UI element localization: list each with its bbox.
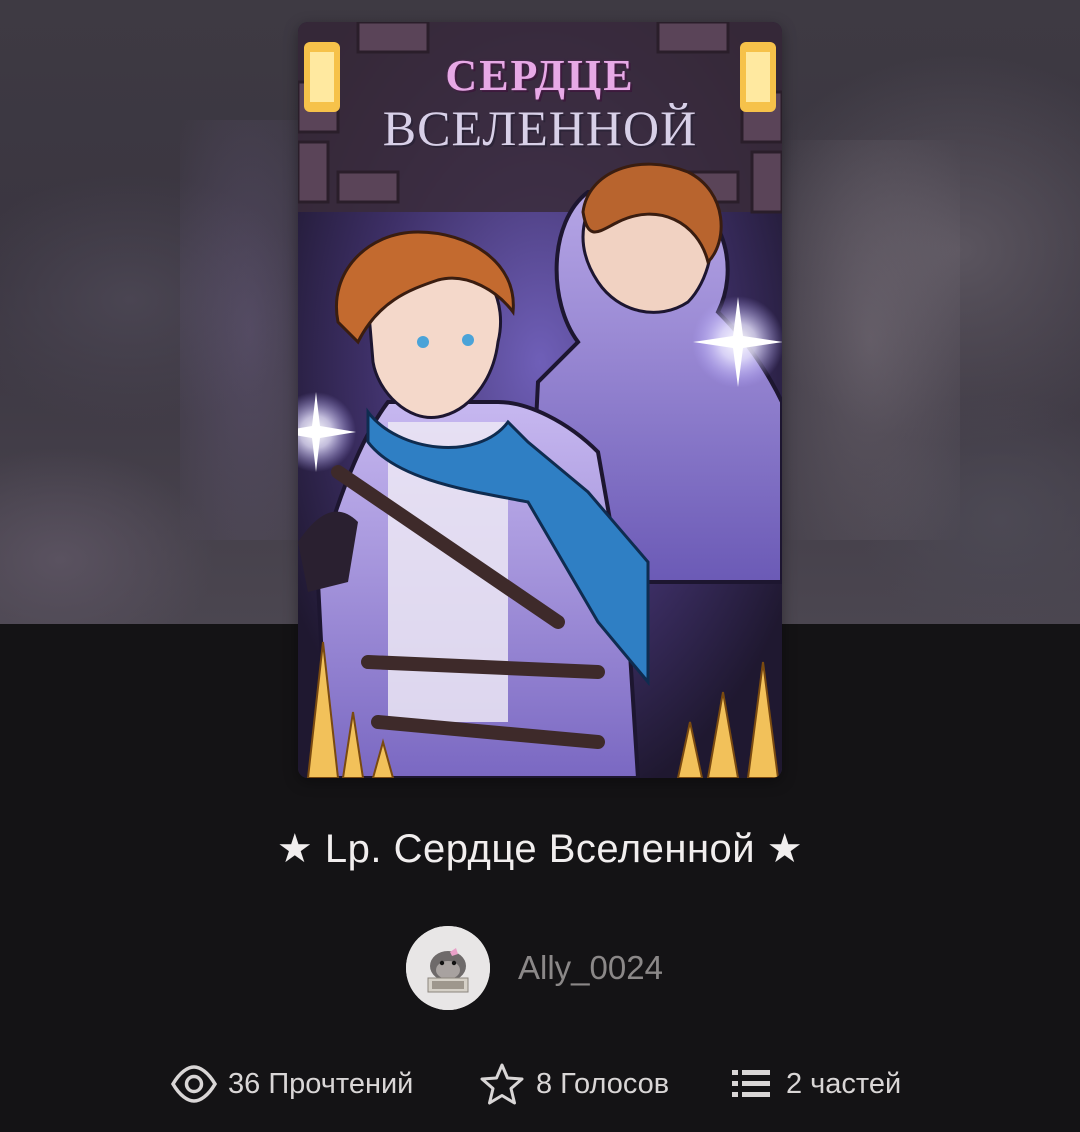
star-icon — [480, 1063, 524, 1105]
cover-title-line1: СЕРДЦЕ — [445, 51, 635, 100]
eye-icon — [170, 1065, 218, 1103]
author-avatar[interactable] — [406, 926, 490, 1010]
author-name[interactable]: Ally_0024 — [518, 949, 663, 987]
author-row[interactable]: Ally_0024 — [406, 926, 663, 1010]
cover-title: СЕРДЦЕ ВСЕЛЕННОЙ — [298, 51, 782, 157]
story-page: СЕРДЦЕ ВСЕЛЕННОЙ ★ Lp. Сердце Вселенной … — [0, 0, 1080, 1132]
reads-count: 36 Прочтений — [228, 1067, 414, 1100]
cover-title-line2: ВСЕЛЕННОЙ — [382, 100, 698, 156]
story-stats: 36 Прочтений 8 Голосов 2 частей — [0, 1060, 1080, 1108]
story-title: ★ Lp. Сердце Вселенной ★ — [276, 827, 804, 871]
parts-count[interactable]: 2 частей — [786, 1068, 901, 1101]
votes-stat: 8 Голосов — [478, 1060, 669, 1108]
parts-stat[interactable]: 2 частей — [728, 1060, 901, 1108]
votes-count: 8 Голосов — [536, 1067, 670, 1100]
story-cover[interactable]: СЕРДЦЕ ВСЕЛЕННОЙ — [298, 22, 782, 778]
list-icon — [732, 1070, 770, 1097]
hamster-avatar-icon — [406, 926, 490, 1010]
reads-stat: 36 Прочтений — [170, 1060, 413, 1108]
